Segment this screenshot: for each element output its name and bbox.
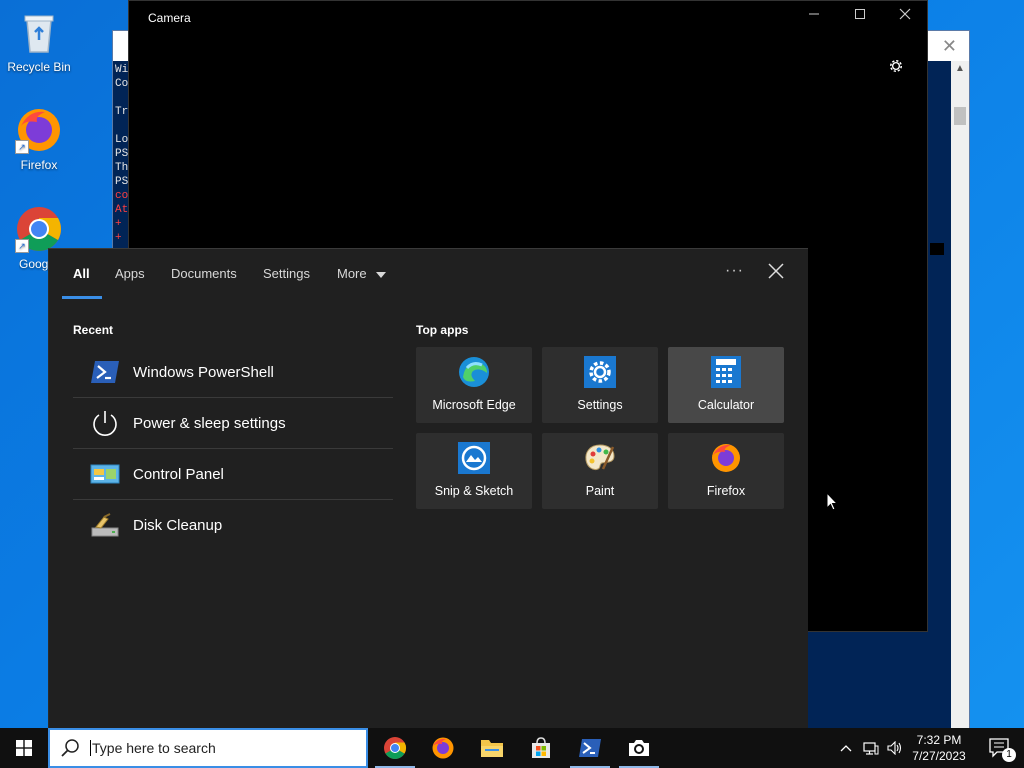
desktop-icon-recycle-bin[interactable]: Recycle Bin <box>4 8 74 74</box>
action-center-button[interactable]: 1 <box>980 728 1020 768</box>
clock-date: 7/27/2023 <box>912 749 966 763</box>
taskbar-clock[interactable]: 7:32 PM 7/27/2023 <box>906 732 972 764</box>
volume-button[interactable] <box>884 728 906 768</box>
tab-documents[interactable]: Documents <box>171 266 237 281</box>
top-apps-heading: Top apps <box>416 323 469 337</box>
desktop-icon-label: Firefox <box>20 158 58 172</box>
edge-icon <box>459 357 489 387</box>
taskbar-app-file-explorer[interactable] <box>468 728 516 768</box>
scrollbar-thumb[interactable] <box>954 107 966 125</box>
taskbar-app-store[interactable] <box>517 728 565 768</box>
start-button[interactable] <box>0 728 48 768</box>
minimize-icon <box>809 13 819 15</box>
search-icon <box>61 739 79 757</box>
firefox-icon <box>432 737 454 759</box>
recent-item-powershell[interactable]: Windows PowerShell <box>73 347 393 398</box>
clock-time: 7:32 PM <box>916 733 962 747</box>
store-bag-icon <box>532 737 550 758</box>
tab-more[interactable]: More <box>337 266 387 281</box>
windows-logo-icon <box>16 740 32 756</box>
folder-icon <box>481 740 503 757</box>
tile-label: Microsoft Edge <box>432 398 516 412</box>
tile-calculator[interactable]: Calculator <box>668 347 784 423</box>
powershell-scrollbar[interactable]: ▲ <box>951 61 969 729</box>
taskbar-app-chrome[interactable] <box>371 728 419 768</box>
tile-label: Firefox <box>706 484 746 498</box>
settings-gear-icon <box>584 356 616 388</box>
scroll-up-arrow-icon[interactable]: ▲ <box>955 63 965 74</box>
camera-icon <box>629 740 649 756</box>
taskbar-search-box[interactable] <box>48 728 368 768</box>
tile-label: Snip & Sketch <box>434 484 514 498</box>
network-icon <box>863 742 879 755</box>
taskbar-app-camera[interactable] <box>615 728 663 768</box>
show-hidden-icons-button[interactable] <box>836 728 856 768</box>
recent-item-disk-cleanup[interactable]: Disk Cleanup <box>73 500 393 551</box>
recent-item-control-panel[interactable]: Control Panel <box>73 449 393 500</box>
caret-down-icon <box>376 271 387 278</box>
tab-apps[interactable]: Apps <box>115 266 145 281</box>
recent-list: Windows PowerShell Power & sleep setting… <box>73 347 393 551</box>
paint-palette-icon <box>585 444 615 470</box>
desktop-icon-firefox[interactable]: ↗ Firefox <box>4 106 74 172</box>
active-tab-indicator <box>62 296 102 299</box>
control-panel-icon <box>89 458 121 490</box>
tile-microsoft-edge[interactable]: Microsoft Edge <box>416 347 532 423</box>
notification-count-badge: 1 <box>1002 748 1016 762</box>
tab-all[interactable]: All <box>73 266 90 281</box>
console-fragment <box>930 243 944 255</box>
calculator-icon <box>711 356 741 388</box>
tile-firefox[interactable]: Firefox <box>668 433 784 509</box>
recent-heading: Recent <box>73 323 114 337</box>
taskbar-app-powershell[interactable] <box>566 728 614 768</box>
tab-more-label: More <box>337 266 367 281</box>
search-input[interactable] <box>90 740 350 756</box>
tile-label: Paint <box>585 484 615 498</box>
tile-label: Settings <box>577 398 623 412</box>
chrome-icon <box>384 737 406 759</box>
recent-item-label: Control Panel <box>133 465 224 483</box>
shortcut-arrow-icon: ↗ <box>15 239 29 253</box>
mouse-cursor-icon <box>826 492 838 511</box>
firefox-icon: ↗ <box>15 106 63 154</box>
search-tabs: All Apps Documents Settings More ··· <box>49 249 808 299</box>
taskbar: 7:32 PM 7/27/2023 1 <box>0 728 1024 768</box>
firefox-icon <box>712 444 740 472</box>
tab-settings[interactable]: Settings <box>263 266 310 281</box>
powershell-icon <box>89 356 121 388</box>
search-panel[interactable]: All Apps Documents Settings More ··· Rec… <box>48 248 808 728</box>
close-icon <box>899 8 911 20</box>
power-icon <box>89 407 121 439</box>
more-options-icon[interactable]: ··· <box>725 262 744 280</box>
window-title: Camera <box>148 11 191 25</box>
minimize-button[interactable] <box>791 7 837 29</box>
recent-item-label: Power & sleep settings <box>133 414 286 432</box>
gear-icon[interactable] <box>887 57 905 75</box>
snip-sketch-icon <box>458 442 490 474</box>
desktop-icon-label: Recycle Bin <box>7 60 71 74</box>
recent-item-label: Disk Cleanup <box>133 517 223 534</box>
chevron-up-icon <box>840 745 852 752</box>
maximize-icon <box>855 9 865 19</box>
close-icon[interactable] <box>767 262 785 280</box>
tile-paint[interactable]: Paint <box>542 433 658 509</box>
powershell-icon <box>579 739 601 757</box>
maximize-button[interactable] <box>837 7 883 29</box>
tile-snip-sketch[interactable]: Snip & Sketch <box>416 433 532 509</box>
close-button[interactable] <box>882 7 928 29</box>
recycle-bin-icon <box>15 8 63 56</box>
tile-label: Calculator <box>697 398 755 412</box>
network-button[interactable] <box>860 728 882 768</box>
taskbar-app-firefox[interactable] <box>419 728 467 768</box>
desktop-icon-label: Google Chrome <box>19 257 51 271</box>
recent-item-power-sleep[interactable]: Power & sleep settings <box>73 398 393 449</box>
shortcut-arrow-icon: ↗ <box>15 140 29 154</box>
speaker-icon <box>887 741 902 755</box>
recent-item-label: Windows PowerShell <box>133 363 274 381</box>
disk-cleanup-icon <box>89 510 121 542</box>
close-icon[interactable]: ✕ <box>942 36 957 57</box>
tile-settings[interactable]: Settings <box>542 347 658 423</box>
chrome-icon: ↗ <box>15 205 63 253</box>
